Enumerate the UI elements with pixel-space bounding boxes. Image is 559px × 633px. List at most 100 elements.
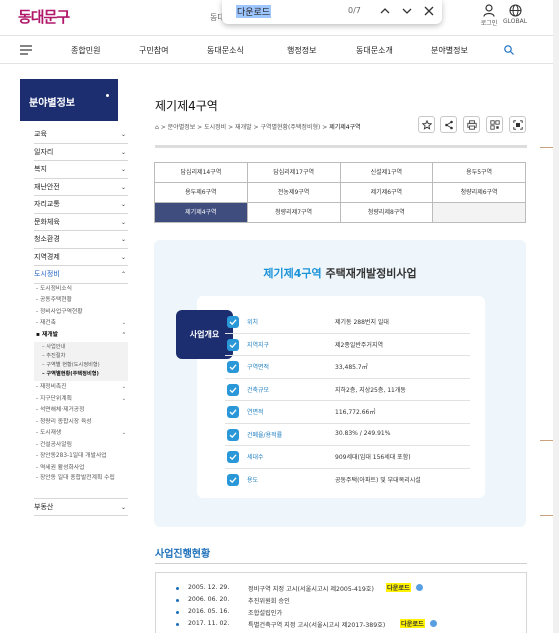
zone-tab[interactable]: 청량리제7구역: [247, 203, 341, 223]
login-button[interactable]: 로그인: [478, 4, 500, 27]
nav-item[interactable]: 구민참여: [139, 45, 168, 56]
sidebar-item-economy[interactable]: 지역경제 ⌄: [34, 249, 128, 266]
sidebar-item-environment[interactable]: 청소환경 ⌄: [34, 231, 128, 249]
download-icon[interactable]: [430, 620, 437, 627]
nav-item[interactable]: 종합민원: [71, 45, 100, 56]
sidebar-item-urban-renewal[interactable]: 도시정비 ⌃: [34, 266, 128, 284]
bullet-icon: [176, 623, 179, 626]
sidebar-menu: 교육 ⌄ 일자리 ⌄ 복지 ⌄ 재난안전 ⌄ 자리교통 ⌄ 문화체육 ⌄ 청소환경 ⌄ 지역경…: [34, 126, 128, 516]
zone-tab[interactable]: 청량리제8구역: [340, 203, 434, 223]
zone-tab[interactable]: 전농제9구역: [247, 183, 341, 203]
sidebar-subitem[interactable]: - 장안동 일대 종합발전계획 수립: [34, 474, 128, 494]
find-prev-icon[interactable]: [378, 4, 392, 18]
menu-icon[interactable]: [20, 45, 32, 55]
breadcrumb-item[interactable]: 분야별정보: [168, 124, 196, 131]
sidebar-subitem[interactable]: - 역세권 활성화사업: [34, 463, 128, 475]
breadcrumb-item[interactable]: 재개발: [235, 124, 252, 131]
title-divider: [155, 145, 527, 148]
chevron-up-icon: ⌃: [120, 271, 126, 278]
download-link[interactable]: 다운로드: [386, 583, 411, 592]
zone-tab[interactable]: 답십리제14구역: [155, 163, 248, 183]
find-input[interactable]: 다운로드: [236, 5, 272, 18]
sidebar-item-jobs[interactable]: 일자리 ⌄: [34, 144, 128, 161]
qr-button[interactable]: [486, 116, 503, 133]
expand-button[interactable]: [509, 116, 526, 133]
sidebar-subitem[interactable]: - 도시재생 ⌄: [34, 428, 128, 440]
zone-tab[interactable]: 답십리제17구역: [247, 163, 341, 183]
chevron-down-icon: ⌄: [120, 131, 126, 138]
scrollbar[interactable]: [553, 0, 559, 633]
sidebar-subitem[interactable]: - 도시정비소식: [34, 284, 128, 296]
overview-label: 구역면적: [247, 364, 270, 371]
sidebar-subitem[interactable]: - 재정비촉진 ⌄: [34, 382, 128, 394]
check-icon: [227, 383, 239, 396]
zone-tab[interactable]: 제기제6구역: [340, 183, 434, 203]
global-button[interactable]: GLOBAL: [503, 4, 527, 25]
check-icon: [227, 406, 239, 418]
sidebar-item-culture[interactable]: 문화체육 ⌄: [34, 214, 128, 231]
sidebar-subsub-item[interactable]: – 추진절차: [42, 352, 128, 361]
chevron-down-icon: ⌄: [120, 504, 126, 511]
sidebar-item-welfare[interactable]: 복지 ⌄: [34, 161, 128, 179]
share-button[interactable]: [440, 116, 457, 133]
sidebar-subsub-item[interactable]: – 구역별 현황(도시정비형): [42, 361, 128, 370]
ruler-mark: [540, 147, 553, 148]
overview-row: 세대수 909세대(임대 156세대 포함): [225, 446, 470, 469]
site-logo[interactable]: 동대문구: [18, 6, 70, 27]
sidebar-subitem[interactable]: - 정비사업구역현황: [34, 307, 128, 319]
overview-row: 연면적 116,772.66㎡: [225, 401, 470, 424]
ruler-mark: [540, 440, 553, 441]
home-icon[interactable]: ⌂: [155, 124, 159, 131]
sidebar-item-safety[interactable]: 재난안전 ⌄: [34, 179, 128, 196]
sidebar-item-education[interactable]: 교육 ⌄: [34, 126, 128, 144]
sidebar-subitem-reconstruction[interactable]: - 재건축 ⌄: [34, 318, 128, 330]
sidebar-subitem[interactable]: - 건설공사알림: [34, 440, 128, 452]
zone-tab[interactable]: 청량리제6구역: [433, 183, 526, 203]
sidebar-subitem[interactable]: - 석면해체·제거공정: [34, 405, 128, 417]
page-title: 제기제4구역: [155, 99, 218, 113]
sidebar-subitem[interactable]: - 장안동283-1일대 개발사업: [34, 451, 128, 463]
overview-row: 용도 공동주택(아파트) 및 부대복리시설: [225, 469, 470, 492]
nav-item[interactable]: 분야별정보: [431, 45, 468, 56]
sidebar-subitem-label: 재개발: [41, 331, 58, 338]
sidebar-subitem-redevelopment[interactable]: ▪ 재개발 ⌃: [34, 330, 128, 342]
nav-item[interactable]: 동대문소식: [207, 45, 244, 56]
search-icon[interactable]: [504, 45, 514, 55]
sidebar-subitem[interactable]: - 공동주택현황: [34, 295, 128, 307]
find-close-icon[interactable]: [422, 4, 436, 18]
breadcrumb-item[interactable]: 도시정비: [204, 124, 226, 131]
sidebar-subitem[interactable]: - 청량리 종합시장 육성: [34, 417, 128, 429]
sidebar-item-real-estate[interactable]: 부동산 ⌄: [34, 498, 128, 516]
sidebar-item-label: 재난안전: [34, 182, 60, 191]
overview-label: 건폐율/용적률: [247, 431, 283, 439]
breadcrumb-item[interactable]: 구역별현황(주택정비형): [260, 124, 320, 131]
overview-row: 구역면적 33,485.7㎡: [225, 356, 470, 379]
download-link[interactable]: 다운로드: [400, 619, 425, 628]
project-overview: 제기제4구역 주택재개발정비사업 사업개요 위치 제기동 288번지 일대 지역…: [154, 240, 526, 527]
zone-tab[interactable]: 용두제6구역: [155, 183, 248, 203]
print-button[interactable]: [463, 116, 480, 133]
sidebar-subsub-item[interactable]: – 사업안내: [42, 343, 128, 352]
download-icon[interactable]: [416, 584, 423, 591]
favorite-button[interactable]: [418, 116, 435, 133]
sidebar-subitem-label: 정비사업구역현황: [39, 308, 83, 315]
nav-item[interactable]: 동대문소개: [356, 45, 393, 56]
sidebar-subitem[interactable]: - 지구단위계획 ⌄: [34, 394, 128, 406]
sidebar-subitem-label: 장안동 일대 종합발전계획 수립: [39, 475, 115, 481]
sidebar-subsub-item-active[interactable]: – 구역별현황(주택정비형): [42, 370, 128, 379]
overview-value: 공동주택(아파트) 및 부대복리시설: [335, 476, 421, 484]
zone-tab-active[interactable]: 제기제4구역: [155, 203, 248, 223]
check-icon: [227, 338, 239, 351]
bullet-icon: [176, 611, 179, 614]
zone-tab-empty: [433, 203, 526, 223]
sidebar-item-traffic[interactable]: 자리교통 ⌄: [34, 196, 128, 214]
find-next-icon[interactable]: [400, 4, 414, 18]
sidebar-item-label: 부동산: [34, 503, 54, 511]
zone-tab[interactable]: 용두5구역: [433, 163, 526, 183]
sidebar-subsub-label: 사업안내: [46, 344, 66, 350]
breadcrumb: ⌂ > 분야별정보 > 도시정비 > 재개발 > 구역별현황(주택정비형) > …: [155, 124, 361, 131]
nav-item[interactable]: 행정정보: [287, 45, 316, 56]
zone-tab[interactable]: 신설제1구역: [340, 163, 434, 183]
check-icon: [227, 361, 239, 373]
chevron-up-icon: ⌃: [121, 331, 126, 338]
